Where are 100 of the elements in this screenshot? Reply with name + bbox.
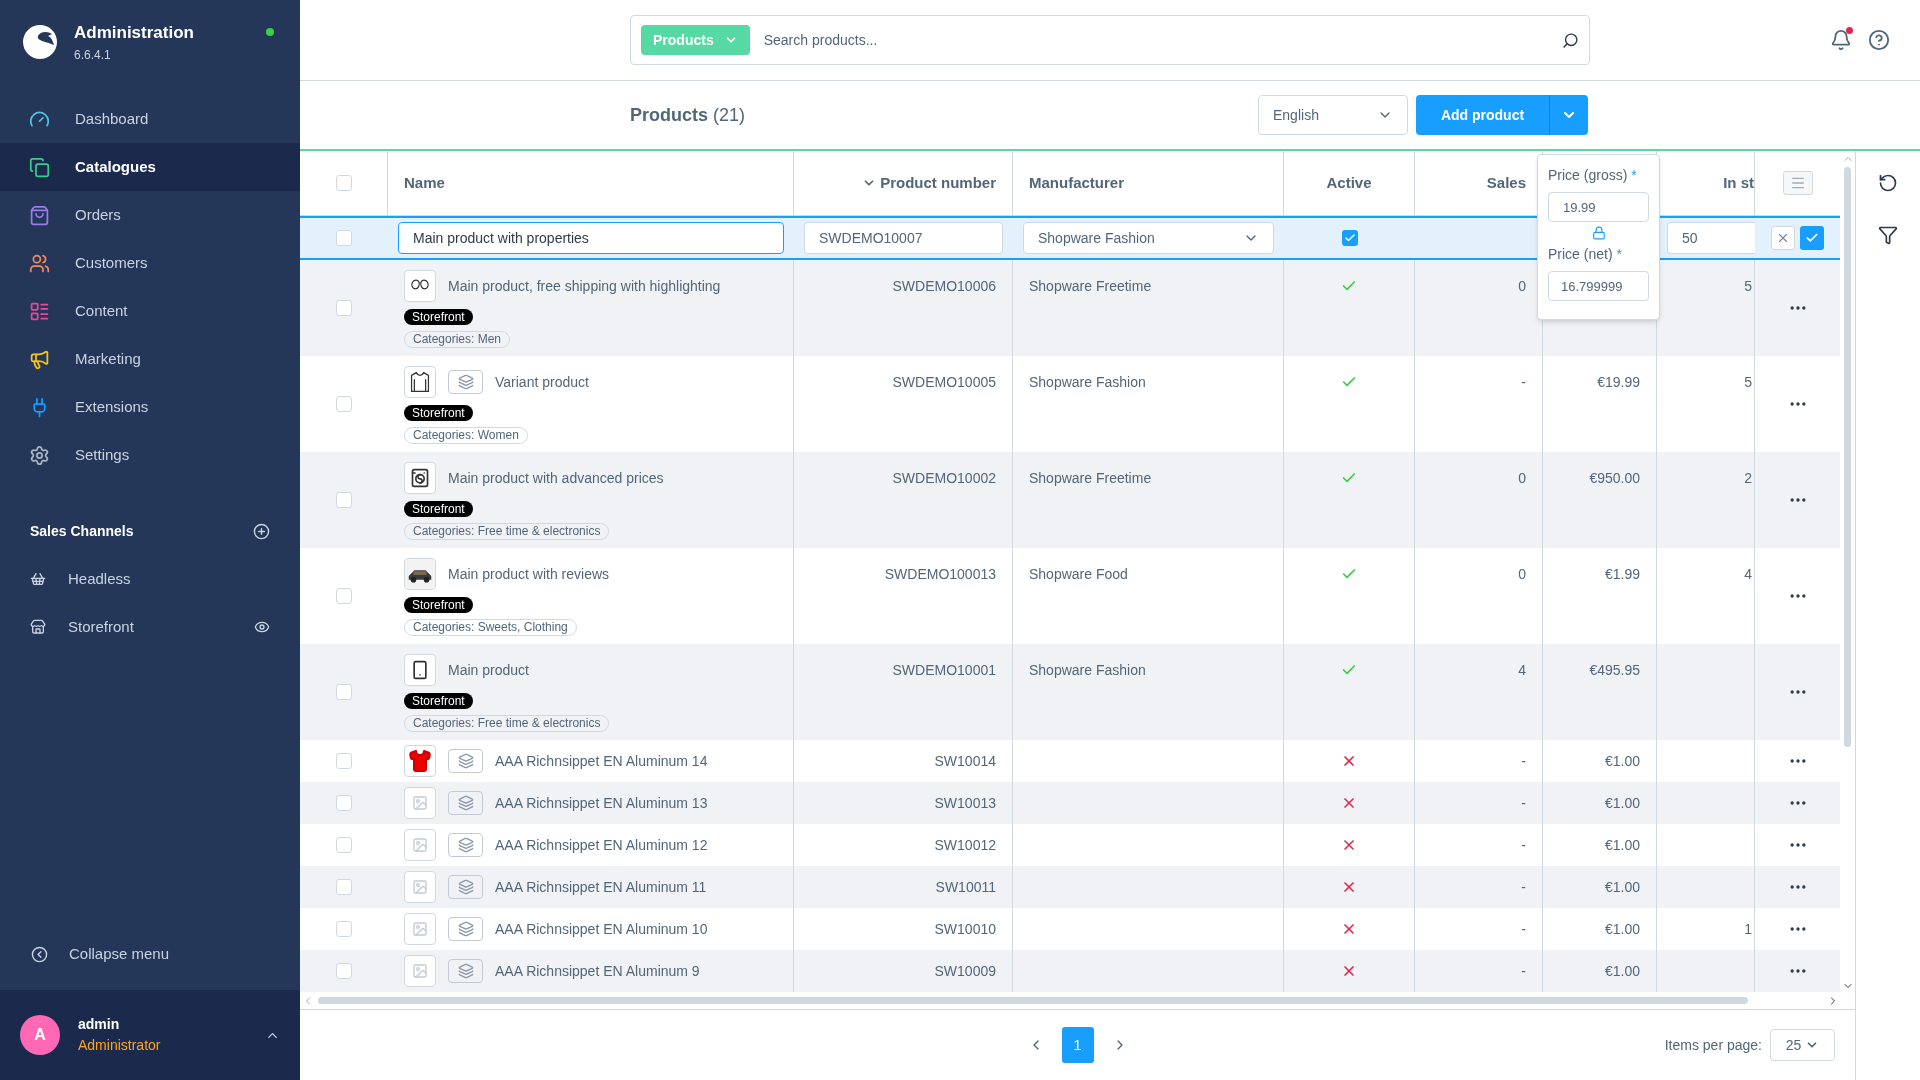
items-per-page-select[interactable]: 25 [1770,1029,1835,1061]
stock-input[interactable]: 50 [1667,222,1755,254]
filter-icon[interactable] [1878,225,1898,245]
sales-count: 0 [1518,468,1526,488]
help-icon[interactable] [1868,29,1890,51]
checkbox[interactable] [336,963,352,979]
add-icon[interactable] [253,522,270,540]
search-icon[interactable] [1562,31,1579,49]
column-header[interactable]: Sales [1486,171,1526,195]
nav-item[interactable]: Catalogues [0,143,300,191]
sales-count: - [1521,961,1526,981]
product-number: SWDEMO10006 [892,276,996,296]
nav-item[interactable]: Dashboard [0,95,300,143]
product-number: SWDEMO100013 [884,564,996,584]
nav-item[interactable]: Extensions [0,383,300,431]
price-text: €1.00 [1604,835,1640,855]
product-name[interactable]: Main product, free shipping with highlighting [448,275,721,297]
manufacturer-text: Shopware Fashion [1029,660,1146,680]
product-number: SW10009 [934,961,996,981]
checkbox[interactable] [336,588,352,604]
nav-item[interactable]: Settings [0,431,300,479]
variant-icon[interactable] [448,833,483,857]
product-name[interactable]: AAA Richnsippet EN Aluminum 11 [495,876,707,898]
nav-item[interactable]: Content [0,287,300,335]
product-name[interactable]: AAA Richnsippet EN Aluminum 10 [495,918,708,940]
sales-channel-item[interactable]: Headless [0,555,300,603]
variant-icon[interactable] [448,370,483,394]
name-input[interactable]: Main product with properties [398,222,784,254]
checkbox[interactable] [336,230,352,246]
column-header[interactable]: Product number [862,171,996,195]
checkbox[interactable] [336,492,352,508]
price-text: €1.99 [1604,564,1640,584]
column-header[interactable]: Active [1326,171,1372,195]
checkbox[interactable] [336,753,352,769]
product-name[interactable]: Main product with reviews [448,563,610,585]
sales-count: - [1521,793,1526,813]
image-placeholder-icon [404,871,436,903]
product-number: SW10010 [934,919,996,939]
column-header[interactable]: Manufacturer [1029,171,1125,195]
price-text: €950.00 [1589,468,1640,488]
checkbox[interactable] [1341,230,1358,246]
variant-icon[interactable] [448,791,483,815]
product-name[interactable]: Main product with advanced prices [448,467,664,489]
product-name[interactable]: AAA Richnsippet EN Aluminum 13 [495,792,708,814]
column-header[interactable]: In st [1723,171,1754,195]
product-name[interactable]: AAA Richnsippet EN Aluminum 12 [495,834,708,856]
nav-item[interactable]: Orders [0,191,300,239]
nav-item[interactable]: Marketing [0,335,300,383]
add-options-button[interactable] [1550,95,1588,135]
user-panel[interactable]: A admin Administrator [0,990,300,1080]
chevron-left-icon [31,945,48,963]
sales-count: 0 [1518,276,1526,296]
scrollbar-thumb[interactable] [1844,167,1851,747]
items-per-page-label: Items per page: [1664,1035,1762,1055]
column-settings-button[interactable] [1782,171,1813,195]
version-text: 6.6.4.1 [74,46,112,64]
manufacturer-select[interactable]: Shopware Fashion [1023,222,1274,254]
eye-icon[interactable] [254,619,270,635]
field-label: Price (gross) * [1548,166,1638,185]
product-name[interactable]: Main product [448,659,529,681]
checkbox[interactable] [336,795,352,811]
stock-text: 1 [1744,919,1752,939]
checkbox[interactable] [336,396,352,412]
checkbox[interactable] [336,837,352,853]
image-placeholder-icon [404,955,436,987]
product-name[interactable]: Variant product [495,371,589,393]
sales-count: - [1521,372,1526,392]
save-button[interactable] [1800,226,1824,250]
variant-icon[interactable] [448,749,483,773]
checkbox[interactable] [336,684,352,700]
price-text: €1.00 [1604,877,1640,897]
undo-icon[interactable] [1878,173,1898,193]
basket-icon [30,571,46,587]
cancel-button[interactable] [1771,226,1795,250]
smartphone-icon [404,654,436,686]
checkbox[interactable] [336,300,352,316]
collapse-menu[interactable]: Collapse menu [0,930,300,978]
lock-icon[interactable] [1591,226,1606,240]
price-gross-input[interactable]: 19.99 [1548,192,1649,222]
sales-count: - [1521,835,1526,855]
checkbox[interactable] [335,175,352,191]
variant-icon[interactable] [448,875,483,899]
sales-count: - [1521,751,1526,771]
horizontal-scrollbar-thumb[interactable] [318,997,1748,1004]
column-header[interactable]: Name [404,171,445,195]
sales-channel-item[interactable]: Storefront [0,603,300,651]
stock-text: 5 [1744,372,1752,392]
nav-item[interactable]: Customers [0,239,300,287]
price-net-input[interactable]: 16.799999 [1548,271,1649,301]
language-select[interactable]: English [1258,95,1408,135]
search-input[interactable]: Search products... [763,29,1548,51]
checkbox[interactable] [336,921,352,937]
bell-icon[interactable] [1830,29,1852,51]
variant-icon[interactable] [448,917,483,941]
product-number-input[interactable]: SWDEMO10007 [804,222,1003,254]
product-name[interactable]: AAA Richnsippet EN Aluminum 14 [495,750,708,772]
product-name[interactable]: AAA Richnsippet EN Aluminum 9 [495,960,700,982]
variant-icon[interactable] [448,959,483,983]
checkbox[interactable] [336,879,352,895]
stock-text: 5 [1744,276,1752,296]
